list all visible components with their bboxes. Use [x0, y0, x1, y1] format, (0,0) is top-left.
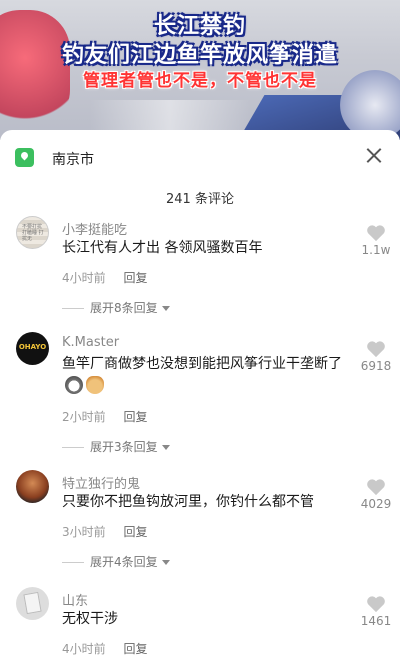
avatar-text: 不要打扰 打瞌睡 打扰无 — [22, 224, 44, 242]
video-subtitle: 管理者管也不是，不管也不是 — [83, 71, 317, 91]
avatar[interactable]: OHAYO — [16, 332, 49, 365]
comment-meta: 3小时前 回复 — [62, 523, 147, 540]
location-pin-icon — [15, 148, 34, 167]
expand-replies-label: 展开4条回复 — [90, 555, 158, 569]
comment-username[interactable]: K.Master — [62, 335, 119, 350]
like-button[interactable]: 4029 — [356, 478, 396, 511]
avatar[interactable] — [16, 587, 49, 620]
comment-time: 4小时前 — [62, 642, 106, 656]
location-row[interactable]: 南京市 — [0, 130, 400, 182]
reply-button[interactable]: 回复 — [123, 271, 147, 285]
comment-text-content: 鱼竿厂商做梦也没想到能把风筝行业干垄断了 — [62, 356, 342, 372]
comment-time: 2小时前 — [62, 410, 106, 424]
heart-icon — [367, 225, 385, 242]
husky-emoji-icon — [65, 376, 83, 394]
reply-button[interactable]: 回复 — [123, 410, 147, 424]
avatar[interactable] — [16, 470, 49, 503]
location-text: 南京市 — [52, 152, 94, 168]
expand-replies-button[interactable]: 展开3条回复 — [62, 438, 170, 455]
comment-username[interactable]: 山东 — [62, 590, 88, 609]
expand-replies-button[interactable]: 展开8条回复 — [62, 299, 170, 316]
avatar-image — [23, 591, 42, 615]
chevron-down-icon — [161, 306, 170, 311]
avatar-text: OHAYO — [18, 343, 47, 351]
comment-time: 3小时前 — [62, 525, 106, 539]
divider — [62, 562, 84, 563]
comment-username[interactable]: 特立独行的鬼 — [62, 473, 140, 492]
like-count: 4029 — [360, 497, 392, 511]
reply-button[interactable]: 回复 — [123, 642, 147, 656]
divider — [62, 308, 84, 309]
reply-button[interactable]: 回复 — [123, 525, 147, 539]
comment-text: 无权干涉 — [62, 611, 118, 627]
comment-meta: 2小时前 回复 — [62, 408, 147, 425]
comment-meta: 4小时前 回复 — [62, 640, 147, 657]
expand-replies-label: 展开8条回复 — [90, 301, 158, 315]
video-title-line1: 长江禁钓 — [153, 14, 246, 39]
comment-meta: 4小时前 回复 — [62, 269, 147, 286]
comment-text: 鱼竿厂商做梦也没想到能把风筝行业干垄断了 — [62, 353, 358, 397]
divider — [62, 447, 84, 448]
avatar[interactable]: 不要打扰 打瞌睡 打扰无 — [16, 216, 49, 249]
like-button[interactable]: 6918 — [356, 340, 396, 373]
like-button[interactable]: 1461 — [356, 595, 396, 628]
comment-time: 4小时前 — [62, 271, 106, 285]
video-title-line2: 钓友们江边鱼竿放风筝消遣 — [61, 43, 338, 68]
heart-icon — [367, 596, 385, 613]
comment-text: 长江代有人才出 各领风骚数百年 — [62, 240, 263, 256]
video-preview[interactable]: 长江禁钓 钓友们江边鱼竿放风筝消遣 管理者管也不是，不管也不是 — [0, 0, 400, 140]
like-count: 1461 — [360, 614, 392, 628]
comment-sheet: 南京市 241 条评论 不要打扰 打瞌睡 打扰无 小李挺能吃 长江代有人才出 各… — [0, 130, 400, 658]
comment-count: 241 条评论 — [166, 192, 234, 207]
heart-icon — [367, 479, 385, 496]
chevron-down-icon — [161, 445, 170, 450]
like-count: 1.1w — [361, 243, 391, 257]
money-bag-emoji-icon — [86, 376, 104, 394]
comment-username[interactable]: 小李挺能吃 — [62, 219, 127, 238]
heart-icon — [367, 341, 385, 358]
comment-text: 只要你不把鱼钩放河里，你钓什么都不管 — [62, 494, 314, 510]
chevron-down-icon — [161, 560, 170, 565]
like-count: 6918 — [360, 359, 392, 373]
close-icon[interactable] — [362, 144, 386, 168]
like-button[interactable]: 1.1w — [356, 224, 396, 257]
expand-replies-label: 展开3条回复 — [90, 440, 158, 454]
expand-replies-button[interactable]: 展开4条回复 — [62, 553, 170, 570]
